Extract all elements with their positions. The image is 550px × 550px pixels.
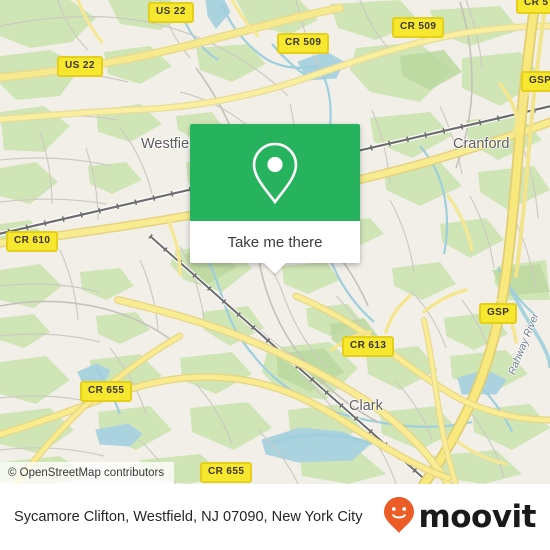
- moovit-brand-logo[interactable]: moovit: [383, 496, 536, 539]
- route-shield-cr-655-west[interactable]: CR 655: [80, 381, 133, 402]
- place-label-cranford: Cranford: [453, 136, 510, 152]
- route-shield-cr-509-center[interactable]: CR 509: [277, 33, 330, 54]
- address-title: Sycamore Clifton, Westfield, NJ 07090, N…: [14, 508, 363, 525]
- place-label-clark: Clark: [349, 398, 383, 414]
- map-pin-icon: [248, 140, 302, 206]
- map-canvas[interactable]: Westfield Cranford Clark Rahway River US…: [0, 0, 550, 484]
- destination-popup-card[interactable]: Take me there: [190, 124, 360, 274]
- map-attribution[interactable]: © OpenStreetMap contributors: [0, 462, 175, 484]
- take-me-there-button[interactable]: Take me there: [190, 221, 360, 263]
- footer-bar: Sycamore Clifton, Westfield, NJ 07090, N…: [0, 484, 550, 550]
- moovit-map-screenshot: Westfield Cranford Clark Rahway River US…: [0, 0, 550, 550]
- take-me-there-label: Take me there: [227, 233, 323, 251]
- popup-tail-pointer: [264, 263, 286, 274]
- moovit-wordmark: moovit: [418, 498, 536, 535]
- route-shield-cr-509-east[interactable]: CR 509: [392, 17, 445, 38]
- route-shield-cr-610[interactable]: CR 610: [6, 231, 59, 252]
- attribution-text: © OpenStreetMap contributors: [8, 467, 165, 479]
- moovit-smiley-pin-icon: [383, 496, 415, 539]
- route-shield-gsp-north[interactable]: GSP: [521, 71, 550, 92]
- popup-header: [190, 124, 360, 221]
- route-shield-gsp-south[interactable]: GSP: [479, 303, 518, 324]
- route-shield-cr-655-south[interactable]: CR 655: [200, 462, 253, 483]
- route-shield-cr-613[interactable]: CR 613: [342, 336, 395, 357]
- route-shield-us-22-west[interactable]: US 22: [57, 56, 103, 77]
- route-shield-cr-5-corner[interactable]: CR 5: [516, 0, 550, 14]
- route-shield-us-22-north[interactable]: US 22: [148, 2, 194, 23]
